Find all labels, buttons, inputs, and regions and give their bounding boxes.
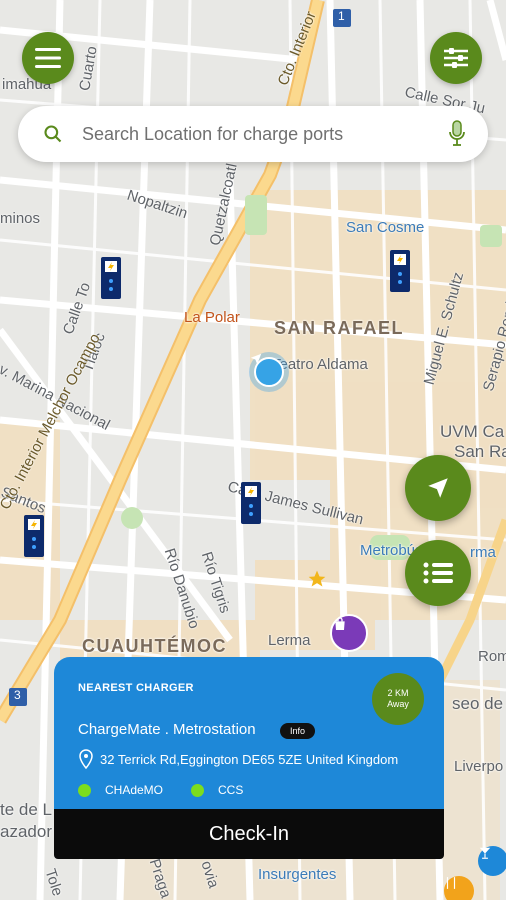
list-view-button[interactable] <box>405 540 471 606</box>
street-label: Rom <box>478 648 506 665</box>
connector-dot <box>191 783 205 797</box>
place-label: La Polar <box>184 309 240 326</box>
distance-badge: 2 KM Away <box>372 673 424 725</box>
street-label: Lerma <box>268 632 311 649</box>
current-location-marker <box>249 352 289 392</box>
location-pin-icon <box>79 749 93 769</box>
connector-dot <box>78 783 91 797</box>
navigation-arrow-icon <box>428 478 448 498</box>
locate-me-button[interactable] <box>405 455 471 521</box>
charger-pin-icon[interactable] <box>100 257 122 301</box>
distance-label: Away <box>387 699 409 709</box>
nearest-charger-card[interactable]: NEAREST CHARGER 2 KM Away ChargeMate . M… <box>54 657 444 809</box>
search-icon[interactable] <box>40 121 66 147</box>
menu-button[interactable] <box>22 32 74 84</box>
place-label: San Ra <box>454 442 506 461</box>
street-label: minos <box>0 210 41 227</box>
search-bar <box>18 106 488 162</box>
microphone-icon[interactable] <box>448 120 466 153</box>
navigation-arrow-icon <box>250 353 284 387</box>
restaurant-poi-icon <box>444 876 474 900</box>
card-heading: NEAREST CHARGER <box>78 682 194 694</box>
connector-type: CCS <box>218 783 244 797</box>
distance-value: 2 KM <box>387 688 409 698</box>
street-label: seo de <box>452 694 504 713</box>
district-label: SAN RAFAEL <box>274 318 405 338</box>
route-shield-label: 3 <box>14 688 21 702</box>
metro-label: rma <box>470 544 496 561</box>
metro-label: Insurgentes <box>258 866 337 883</box>
station-address: 32 Terrick Rd,Eggington DE65 5ZE United … <box>100 751 399 767</box>
metro-label: San Cosme <box>346 219 425 236</box>
charger-pin-icon[interactable] <box>23 515 45 559</box>
district-label: CUAUHTÉMOC <box>82 636 227 656</box>
check-in-button[interactable]: Check-In <box>54 809 444 859</box>
place-label: azador <box>0 822 52 841</box>
shopping-bag-icon <box>330 614 368 652</box>
info-button[interactable]: Info <box>280 723 316 739</box>
place-label: te de L <box>0 800 52 819</box>
charger-pin-icon[interactable] <box>389 250 411 294</box>
address-row: 32 Terrick Rd,Eggington DE65 5ZE United … <box>78 749 398 769</box>
connector-type: CHAdeMO <box>105 783 164 797</box>
search-input[interactable] <box>80 122 424 146</box>
list-icon <box>423 562 453 584</box>
charger-pin-icon[interactable] <box>240 482 262 526</box>
sliders-icon <box>444 48 468 68</box>
place-label: UVM Ca <box>440 422 505 441</box>
cocktail-poi-icon <box>478 846 506 876</box>
connector-types: CHAdeMO CCS <box>78 783 243 797</box>
filter-button[interactable] <box>430 32 482 84</box>
route-shield-label: 1 <box>338 9 345 23</box>
station-name: ChargeMate . Metrostation <box>78 721 256 738</box>
place-label: Liverpo <box>454 758 504 775</box>
hamburger-icon <box>35 48 61 68</box>
